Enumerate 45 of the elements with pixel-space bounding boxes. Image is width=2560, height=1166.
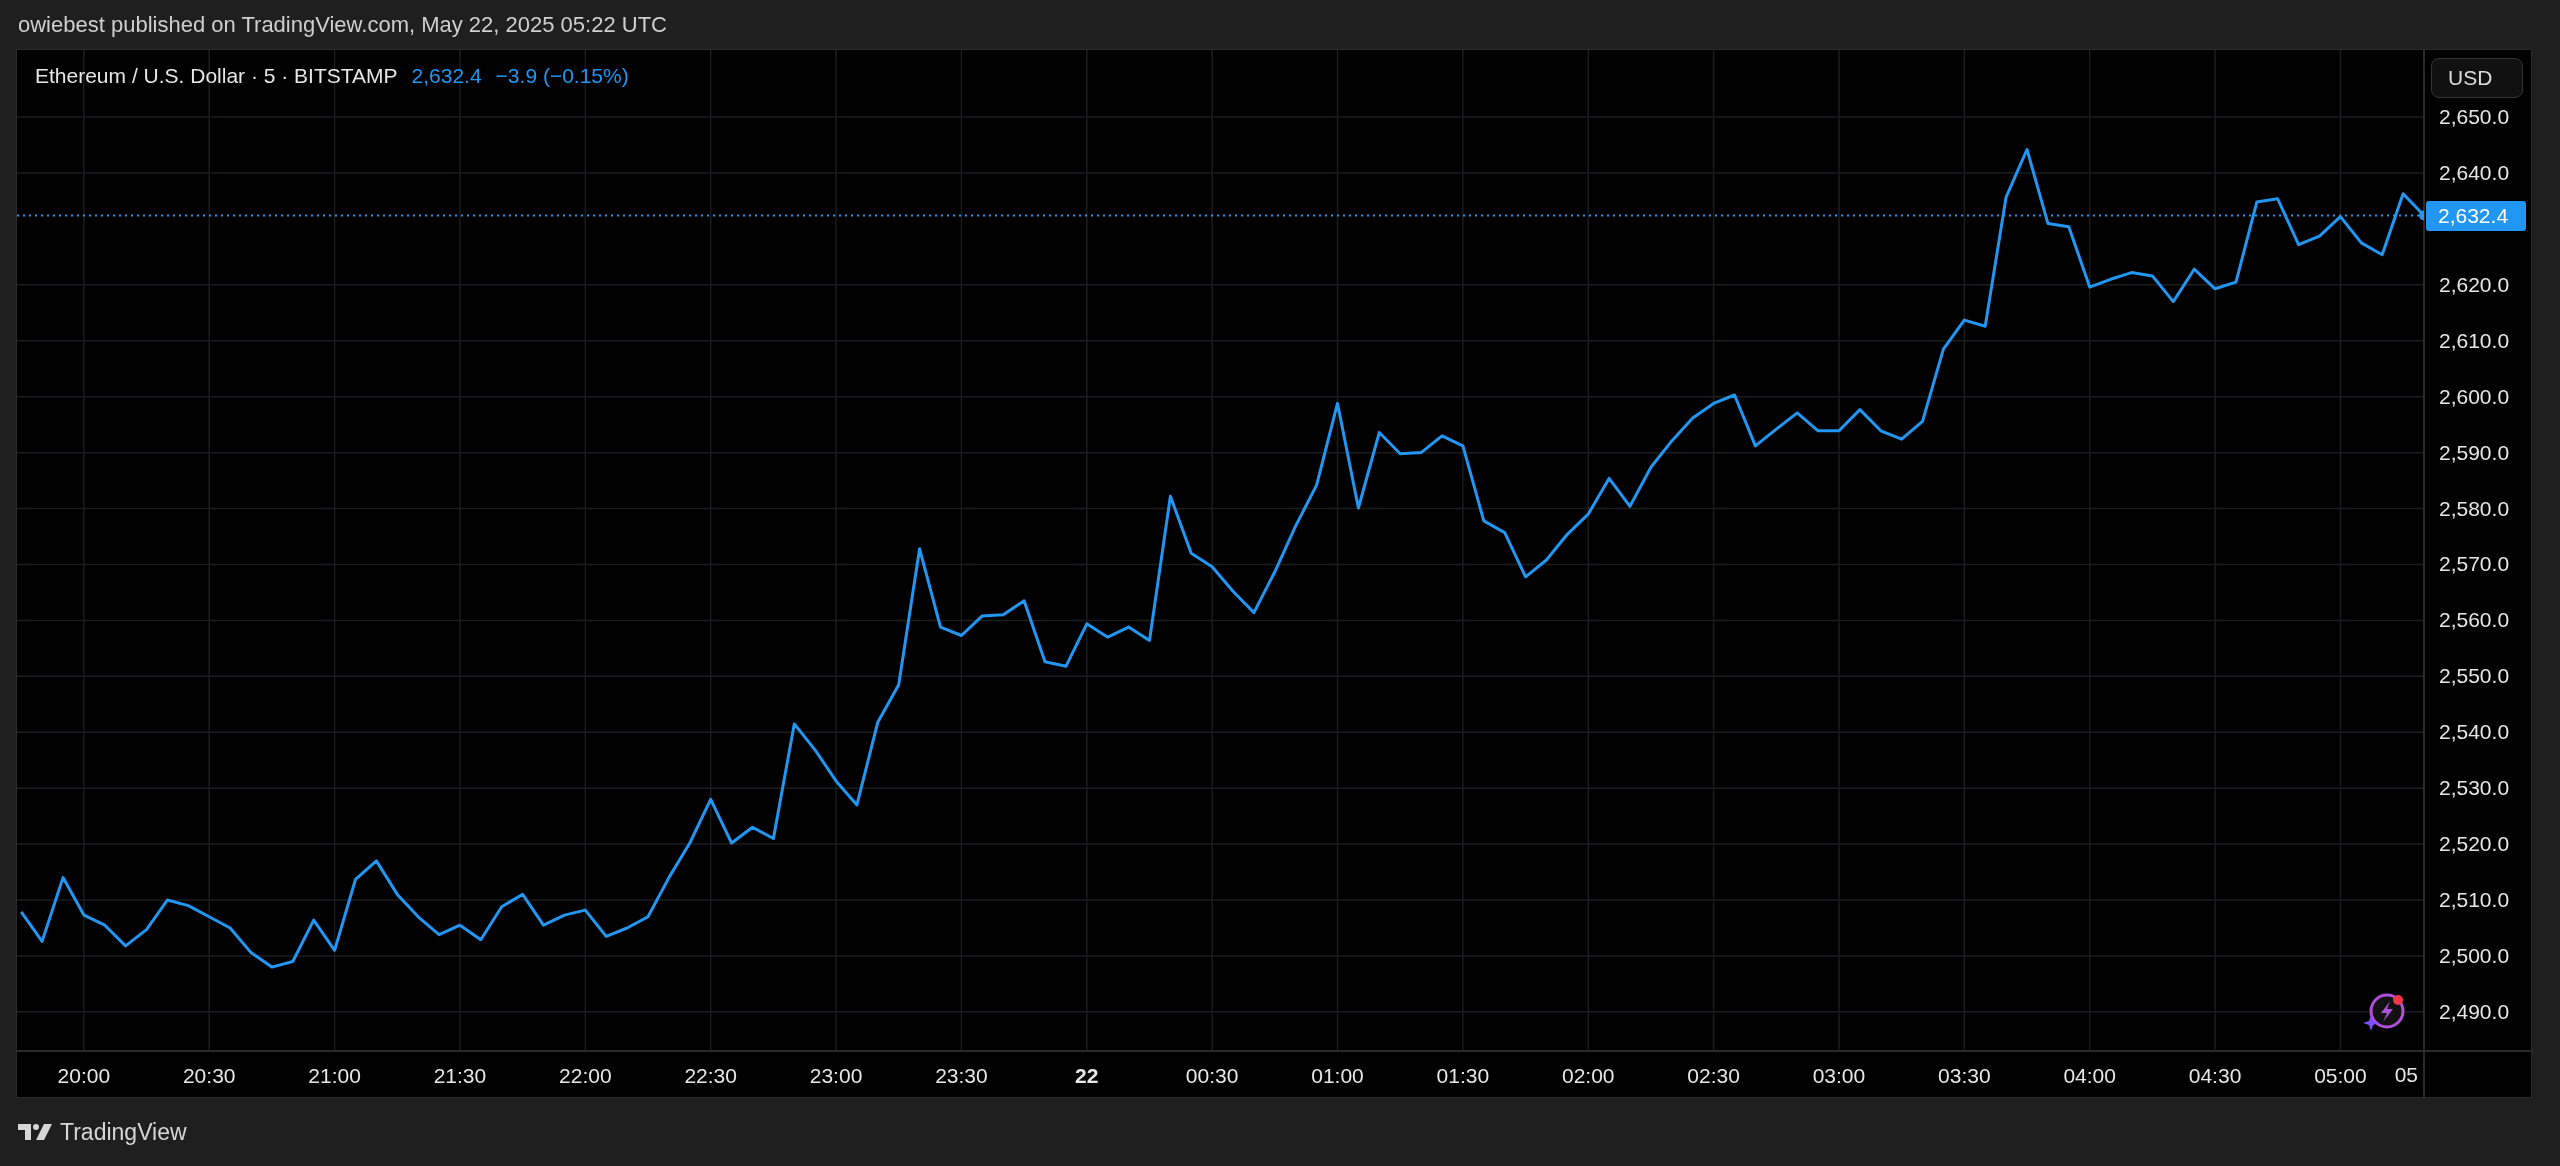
price-axis-label: 2,510.0 [2439, 888, 2510, 911]
time-axis-label: 22:00 [559, 1064, 612, 1087]
lightning-badge-icon [2363, 993, 2405, 1031]
time-axis-label: 21:30 [433, 1064, 487, 1087]
time-axis-label: 20:00 [57, 1064, 111, 1087]
price-axis-label: 2,620.0 [2439, 272, 2510, 296]
price-axis-label: 2,530.0 [2439, 776, 2510, 800]
price-axis-label: 2,520.0 [2439, 832, 2510, 856]
attribution-text: owiebest published on TradingView.com, May 22, 2025 05:22 UTC [18, 11, 667, 38]
time-axis-label: 23:30 [935, 1064, 988, 1087]
price-axis-label: 2,540.0 [2439, 720, 2510, 744]
time-axis-label: 05 [2394, 1063, 2418, 1087]
time-axis-label: 21:00 [308, 1064, 361, 1087]
price-axis-label: 2,610.0 [2439, 328, 2510, 352]
price-axis-label: 2,550.0 [2439, 664, 2510, 688]
price-axis-label: 2,500.0 [2439, 943, 2510, 967]
last-price-tag: 2,632.4 [2426, 200, 2526, 231]
time-axis-label: 23:00 [809, 1064, 863, 1087]
time-axis-label: 22 [1075, 1064, 1099, 1087]
time-axis-label: 22:30 [684, 1064, 737, 1087]
price-axis-label: 2,560.0 [2439, 608, 2510, 632]
time-axis-label: 03:30 [1938, 1064, 1991, 1087]
time-axis-label: 20:30 [182, 1064, 236, 1087]
currency-button[interactable]: USD [2431, 58, 2523, 98]
time-axis-label: 02:00 [1561, 1064, 1615, 1087]
time-axis-label: 05:00 [2314, 1064, 2367, 1087]
time-axis-label: 01:30 [1436, 1064, 1490, 1087]
time-axis-label: 04:00 [2063, 1064, 2116, 1087]
price-axis-label: 2,640.0 [2439, 161, 2510, 185]
logo-icon [18, 1122, 52, 1142]
time-axis-label: 02:30 [1687, 1064, 1740, 1087]
last-price-value: 2,632.4 [411, 64, 482, 88]
symbol-title: Ethereum / U.S. Dollar · 5 · BITSTAMP [35, 64, 398, 88]
time-axis-label: 01:00 [1311, 1064, 1364, 1087]
price-change: −3.9 (−0.15%) [495, 64, 629, 88]
logo-text: TradingView [60, 1118, 187, 1146]
price-axis-label: 2,590.0 [2439, 440, 2510, 464]
price-axis-label: 2,650.0 [2439, 105, 2510, 129]
time-axis-label: 03:00 [1812, 1064, 1866, 1087]
price-axis-label: 2,570.0 [2439, 552, 2510, 576]
price-axis-label: 2,600.0 [2439, 384, 2510, 408]
time-axis-label: 00:30 [1185, 1064, 1239, 1087]
time-axis-label: 04:30 [2188, 1064, 2242, 1087]
price-axis-label: 2,580.0 [2439, 496, 2510, 520]
price-axis-label: 2,490.0 [2439, 999, 2510, 1023]
